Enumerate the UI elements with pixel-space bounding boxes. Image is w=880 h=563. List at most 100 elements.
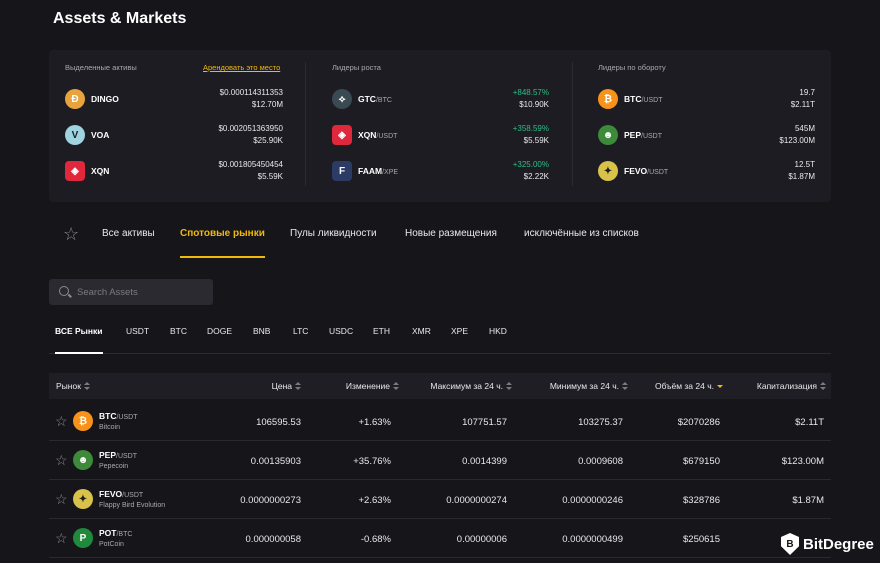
page-title: Assets & Markets <box>53 10 187 27</box>
column-header-market[interactable]: Рынок <box>56 381 90 391</box>
asset-volume: $5.59K <box>257 172 283 181</box>
volume-leader-row[interactable]: ☻ PEP/USDT 545M $123.00M <box>598 123 815 149</box>
high-cell: 0.00000006 <box>456 534 507 545</box>
column-header-market-cap[interactable]: Капитализация <box>757 381 826 391</box>
volume-leader-row[interactable]: ✦ FEVO/USDT 12.5T $1.87M <box>598 159 815 185</box>
change-cell: -0.68% <box>360 534 391 545</box>
bitcoin-coin-icon: ₿ <box>598 89 618 109</box>
pair-volume: $1.87M <box>788 172 815 181</box>
quote-tab-eth[interactable]: ETH <box>373 326 390 336</box>
favorite-star-icon[interactable]: ☆ <box>55 530 68 547</box>
favorite-star-icon[interactable]: ☆ <box>55 452 68 469</box>
voa-coin-icon: V <box>65 125 85 145</box>
column-header-24h-low[interactable]: Минимум за 24 ч. <box>550 381 628 391</box>
volume-cell: $328786 <box>683 495 720 506</box>
quote-tab-xmr[interactable]: XMR <box>412 326 431 336</box>
pair-volume: $10.90K <box>519 100 549 109</box>
xqn-coin-icon: ◈ <box>332 125 352 145</box>
table-row[interactable]: ☆ ✦ FEVO/USDT Flappy Bird Evolution 0.00… <box>49 480 831 519</box>
featured-asset-row[interactable]: ◈ XQN $0.001805450454 $5.59K <box>65 159 283 185</box>
price-change: +848.57% <box>512 88 549 97</box>
asset-price: $0.002051363950 <box>218 124 283 133</box>
quote-tab-doge[interactable]: DOGE <box>207 326 232 336</box>
coin-full-name: Flappy Bird Evolution <box>99 502 166 509</box>
pair-name: FAAM/XPE <box>358 166 399 176</box>
price-cell: 0.00135903 <box>250 456 301 467</box>
table-row[interactable]: ☆ ☻ PEP/USDT Pepecoin 0.00135903 +35.76%… <box>49 441 831 480</box>
volume-leader-row[interactable]: ₿ BTC/USDT 19.7 $2.11T <box>598 87 815 113</box>
quote-tab-hkd[interactable]: HKD <box>489 326 507 336</box>
gainer-row[interactable]: F FAAM/XPE +325.00% $2.22K <box>332 159 549 185</box>
gainer-row[interactable]: ⟡ GTC/BTC +848.57% $10.90K <box>332 87 549 113</box>
quote-tab-bnb[interactable]: BNB <box>253 326 270 336</box>
faam-coin-icon: F <box>332 161 352 181</box>
rent-spot-link[interactable]: Арендовать это место <box>203 63 280 72</box>
quote-tab-xpe[interactable]: XPE <box>451 326 468 336</box>
sort-icon <box>295 382 301 390</box>
featured-asset-row[interactable]: V VOA $0.002051363950 $25.90K <box>65 123 283 149</box>
tab-liquidity-pools[interactable]: Пулы ликвидности <box>290 228 377 239</box>
quote-tab-all[interactable]: ВСЕ Рынки <box>55 326 103 336</box>
pair-name: XQN/USDT <box>358 130 398 140</box>
gainer-row[interactable]: ◈ XQN/USDT +358.59% $5.59K <box>332 123 549 149</box>
pair-name: PEP/USDT <box>99 450 138 460</box>
price-cell: 0.0000000273 <box>240 495 301 506</box>
pair-name: BTC/USDT <box>99 411 138 421</box>
high-cell: 0.0000000274 <box>446 495 507 506</box>
price-change: +358.59% <box>512 124 549 133</box>
quote-tab-usdt[interactable]: USDT <box>126 326 149 336</box>
market-table-header: Рынок Цена Изменение Максимум за 24 ч. М… <box>49 373 831 399</box>
favorites-star-icon[interactable]: ☆ <box>63 224 79 245</box>
tab-all-assets[interactable]: Все активы <box>102 228 155 239</box>
column-header-change[interactable]: Изменение <box>346 381 399 391</box>
column-divider <box>572 62 573 186</box>
search-input[interactable] <box>77 285 207 299</box>
pair-name: FEVO/USDT <box>99 489 144 499</box>
pair-volume: $2.22K <box>523 172 549 181</box>
tab-spot-markets[interactable]: Спотовые рынки <box>180 228 265 239</box>
pair-name: GTC/BTC <box>358 94 392 104</box>
watermark-text: BitDegree <box>803 535 874 553</box>
volume-cell: $679150 <box>683 456 720 467</box>
column-header-price[interactable]: Цена <box>272 381 301 391</box>
tab-delisted[interactable]: исключённые из списков <box>524 228 639 239</box>
coin-full-name: PotCoin <box>99 541 124 548</box>
quote-tab-ltc[interactable]: LTC <box>293 326 308 336</box>
coin-full-name: Pepecoin <box>99 463 129 470</box>
fevo-coin-icon: ✦ <box>598 161 618 181</box>
column-header-24h-high[interactable]: Максимум за 24 ч. <box>430 381 512 391</box>
volume-cell: $250615 <box>683 534 720 545</box>
pair-name: BTC/USDT <box>624 94 663 104</box>
tab-new-listings[interactable]: Новые размещения <box>405 228 497 239</box>
gtc-coin-icon: ⟡ <box>332 89 352 109</box>
change-cell: +2.63% <box>358 495 392 506</box>
sort-icon <box>506 382 512 390</box>
quote-tab-usdc[interactable]: USDC <box>329 326 353 336</box>
price-cell: 0.000000058 <box>245 534 301 545</box>
search-box <box>49 279 213 305</box>
volume-cell: $2070286 <box>677 417 720 428</box>
favorite-star-icon[interactable]: ☆ <box>55 491 68 508</box>
low-cell: 0.0000000246 <box>562 495 623 506</box>
volume-leaders-column: Лидеры по обороту ₿ BTC/USDT 19.7 $2.11T… <box>598 50 815 202</box>
high-cell: 0.0014399 <box>462 456 507 467</box>
dingo-coin-icon: Ð <box>65 89 85 109</box>
table-row[interactable]: ☆ ₿ BTC/USDT Bitcoin 106595.53 +1.63% 10… <box>49 402 831 441</box>
column-divider <box>305 62 306 186</box>
quote-tab-btc[interactable]: BTC <box>170 326 187 336</box>
pepecoin-icon: ☻ <box>73 450 93 470</box>
potcoin-icon: P <box>73 528 93 548</box>
price-change: +325.00% <box>512 160 549 169</box>
sort-icon <box>393 382 399 390</box>
low-cell: 103275.37 <box>578 417 623 428</box>
table-row[interactable]: ☆ P POT/BTC PotCoin 0.000000058 -0.68% 0… <box>49 519 831 558</box>
xqn-coin-icon: ◈ <box>65 161 85 181</box>
volume-leaders-heading: Лидеры по обороту <box>598 63 666 72</box>
sort-icon <box>83 382 90 390</box>
pair-volume: $2.11T <box>790 100 815 109</box>
column-header-24h-volume[interactable]: Объём за 24 ч. <box>655 381 723 391</box>
favorite-star-icon[interactable]: ☆ <box>55 413 68 430</box>
asset-price: $0.001805450454 <box>218 160 283 169</box>
coin-full-name: Bitcoin <box>99 424 121 431</box>
featured-asset-row[interactable]: Ð DINGO $0.000114311353 $12.70M <box>65 87 283 113</box>
